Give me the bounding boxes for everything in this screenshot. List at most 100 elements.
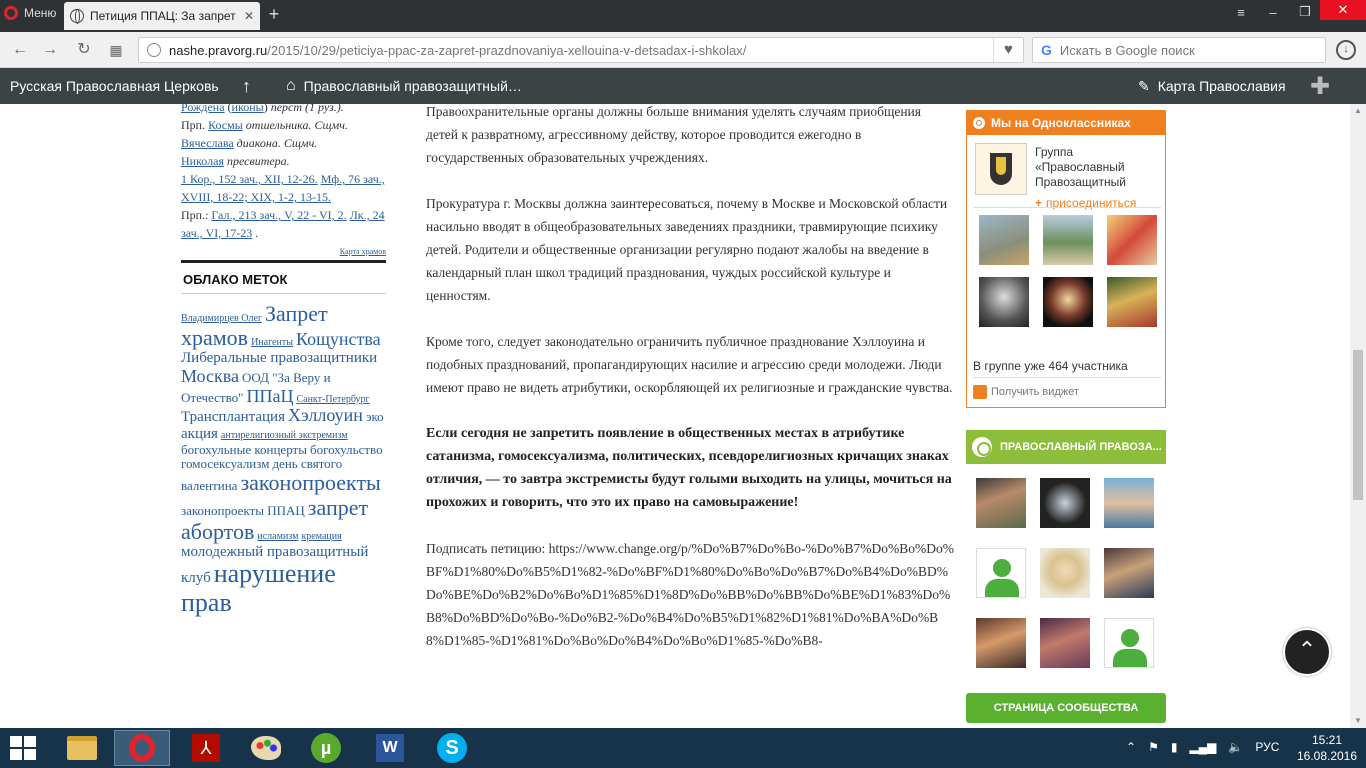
tag-link[interactable]: законопроекты (240, 470, 380, 495)
downloads-icon[interactable]: ↓ (1336, 40, 1356, 60)
paint-icon[interactable] (238, 730, 294, 766)
link-rozhdena[interactable]: Рождена (181, 104, 225, 114)
bookmark-heart-icon[interactable]: ♥ (993, 38, 1023, 62)
ok-widget-header[interactable]: Мы на Одноклассниках (967, 111, 1165, 135)
close-tab-icon[interactable]: ✕ (244, 9, 254, 23)
arrow-up-icon[interactable]: ↑ (242, 68, 251, 104)
reading-link[interactable]: 1 Кор., 152 зач., XII, 12-26. (181, 172, 318, 186)
tag-link[interactable]: богохульные концерты (181, 442, 307, 457)
tag-cloud: Владимирцев Олег Запрет храмов Инагенты … (181, 301, 386, 618)
search-placeholder: Искать в Google поиск (1059, 42, 1195, 58)
tag-link[interactable]: законопроекты ППАЦ (181, 503, 305, 518)
group-name[interactable]: Группа «Православный Правозащитный (1035, 145, 1155, 190)
forward-button[interactable]: → (40, 40, 60, 60)
cross-icon[interactable]: ✚ (1310, 68, 1330, 104)
opera-taskbar-icon[interactable] (114, 730, 170, 766)
member-photo[interactable] (1040, 618, 1090, 668)
default-avatar-icon[interactable] (1104, 618, 1154, 668)
new-tab-button[interactable]: + (264, 4, 284, 25)
member-photo[interactable] (976, 478, 1026, 528)
browser-tab-active[interactable]: Петиция ППАЦ: За запрет ✕ (64, 2, 260, 30)
battery-icon[interactable]: ▮ (1171, 740, 1178, 754)
reading-link[interactable]: Гал., 213 зач., V, 22 - VI, 2. (211, 208, 346, 222)
calendar-line-3: Вячеслава диакона. Сщмч. (181, 134, 386, 152)
community-page-button[interactable]: СТРАНИЦА СООБЩЕСТВА (966, 693, 1166, 723)
reload-button[interactable]: ↻ (74, 40, 94, 60)
vk-member-photos (976, 478, 1166, 668)
tag-link[interactable]: нарушение прав (181, 559, 336, 617)
group-logo[interactable] (975, 143, 1027, 195)
tag-link[interactable]: ППаЦ (246, 386, 293, 406)
link-ikony[interactable]: иконы (232, 104, 264, 114)
get-widget-link[interactable]: Получить виджет (973, 385, 1079, 399)
link-kosmy[interactable]: Космы (208, 118, 243, 132)
tag-link[interactable]: Трансплантация (181, 409, 285, 425)
tag-link[interactable]: акция (181, 426, 218, 442)
scroll-up-icon[interactable]: ▲ (1350, 104, 1366, 118)
word-icon[interactable]: W (362, 730, 418, 766)
tab-title: Петиция ППАЦ: За запрет (90, 9, 236, 23)
tag-link[interactable]: Москва (181, 366, 239, 386)
member-photo[interactable] (1104, 548, 1154, 598)
tab-menu-icon[interactable]: ≡ (1226, 0, 1256, 24)
tag-link[interactable]: исламизм (257, 531, 298, 542)
nav-link-map[interactable]: ✎ Карта Православия (1138, 68, 1286, 104)
show-hidden-icons[interactable]: ⌃ (1126, 740, 1136, 754)
member-photo[interactable] (1043, 215, 1093, 265)
tag-link[interactable]: Санкт-Петербург (296, 394, 369, 405)
clock[interactable]: 15:21 16.08.2016 (1296, 732, 1358, 764)
input-language[interactable]: РУС (1255, 740, 1279, 754)
utorrent-icon[interactable]: µ (298, 730, 354, 766)
member-photo[interactable] (979, 277, 1029, 327)
site-info-icon[interactable] (147, 43, 161, 57)
default-avatar-icon[interactable] (976, 548, 1026, 598)
nav-link-home[interactable]: ⌂ Православный правозащитный… (286, 68, 522, 104)
skype-icon[interactable]: S (424, 730, 480, 766)
member-photo[interactable] (1104, 478, 1154, 528)
volume-icon[interactable]: 🔈 (1228, 740, 1243, 754)
scroll-down-icon[interactable]: ▼ (1350, 714, 1366, 728)
vk-widget-header[interactable]: ПРАВОСЛАВНЫЙ ПРАВОЗА... (966, 430, 1166, 464)
tag-link[interactable]: эко (366, 409, 384, 424)
member-photo[interactable] (1040, 478, 1090, 528)
address-field[interactable]: nashe.pravorg.ru/2015/10/29/peticiya-ppa… (138, 37, 1024, 63)
tag-link[interactable]: кремация (301, 531, 341, 542)
tag-link[interactable]: гомосексуализм (181, 456, 269, 471)
tag-link[interactable]: Владимирцев Олег (181, 313, 262, 324)
member-photo[interactable] (976, 618, 1026, 668)
back-button[interactable]: ← (10, 40, 30, 60)
clock-date: 16.08.2016 (1296, 749, 1358, 763)
tag-link[interactable]: Инагенты (251, 337, 293, 348)
opera-menu-button[interactable]: Меню (0, 0, 62, 26)
member-photo[interactable] (1040, 548, 1090, 598)
member-photo[interactable] (1107, 277, 1157, 327)
nav-link-rpc[interactable]: Русская Православная Церковь (10, 68, 219, 104)
church-map-link[interactable]: Карта храмов (181, 246, 386, 263)
link-vyacheslava[interactable]: Вячеслава (181, 136, 234, 150)
tag-link[interactable]: Либеральные правозащитники (181, 350, 377, 366)
tag-link[interactable]: богохульство (310, 442, 383, 457)
member-photo[interactable] (979, 215, 1029, 265)
file-explorer-icon[interactable] (54, 730, 110, 766)
restore-button[interactable]: ❐ (1290, 0, 1320, 24)
tag-link[interactable]: Кощунства (296, 329, 381, 349)
tag-link[interactable]: Хэллоуин (288, 405, 363, 426)
link-nikolaya[interactable]: Николая (181, 154, 224, 168)
network-icon[interactable]: ▂▄▆ (1189, 740, 1216, 754)
calendar-text: пресвитера. (226, 154, 290, 168)
close-window-button[interactable]: ✕ (1320, 0, 1366, 20)
tag-link[interactable]: антирелигиозный экстремизм (221, 430, 348, 441)
flag-icon[interactable]: ⚑ (1148, 740, 1159, 754)
minimize-button[interactable]: – (1256, 0, 1290, 24)
acrobat-icon[interactable]: ⅄ (178, 730, 234, 766)
member-photo[interactable] (1043, 277, 1093, 327)
nav-link-map-label: Карта Православия (1157, 78, 1286, 94)
scroll-to-top-button[interactable]: ⌃ (1283, 628, 1331, 676)
page-scrollbar[interactable]: ▲ ▼ (1350, 104, 1366, 728)
speed-dial-icon[interactable]: ▦ (106, 40, 126, 60)
scrollbar-thumb[interactable] (1353, 350, 1363, 500)
petition-url[interactable]: https://www.change.org/p/%Do%B7%Do%Bo-%D… (426, 541, 954, 648)
start-button[interactable] (10, 736, 38, 760)
member-photo[interactable] (1107, 215, 1157, 265)
search-field[interactable]: G Искать в Google поиск (1032, 37, 1326, 63)
